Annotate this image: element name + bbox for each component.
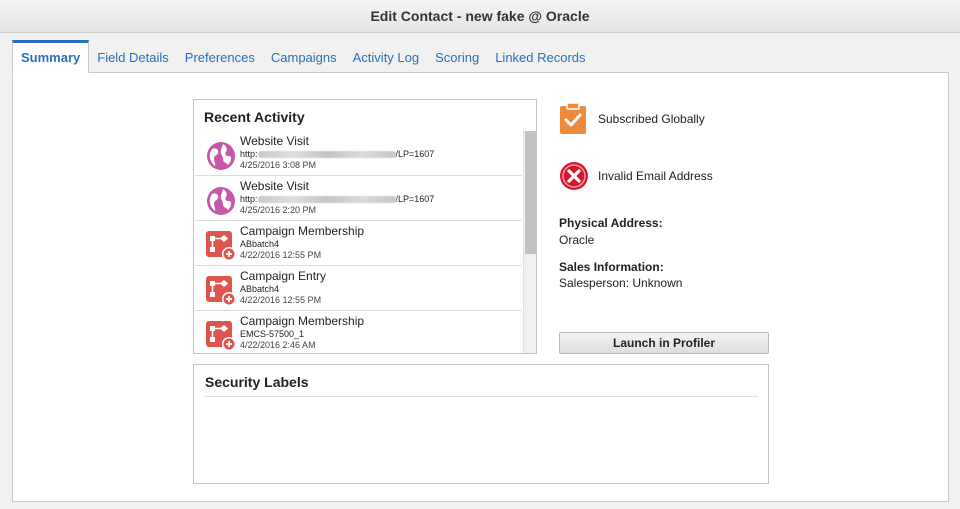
tab-activity-log[interactable]: Activity Log xyxy=(345,40,427,72)
activity-type: Campaign Entry xyxy=(240,269,327,283)
security-labels-title: Security Labels xyxy=(205,374,309,390)
globe-icon xyxy=(207,187,235,215)
window-title: Edit Contact - new fake @ Oracle xyxy=(0,0,960,33)
recent-activity-panel: Recent Activity Website Visit http:/LP=1… xyxy=(193,99,537,354)
activity-item[interactable]: Campaign Membership ABbatch4 4/22/2016 1… xyxy=(195,221,522,266)
activity-type: Campaign Membership xyxy=(240,224,365,238)
clipboard-check-icon xyxy=(560,103,586,134)
tab-campaigns[interactable]: Campaigns xyxy=(263,40,345,72)
tab-bar: Summary Field Details Preferences Campai… xyxy=(12,40,594,73)
activity-item[interactable]: Website Visit http:/LP=1607 4/25/2016 2:… xyxy=(195,176,522,221)
tab-linked-records[interactable]: Linked Records xyxy=(487,40,593,72)
activity-date: 4/22/2016 12:55 PM xyxy=(240,250,322,260)
activity-date: 4/22/2016 2:46 AM xyxy=(240,340,316,350)
sales-information-label: Sales Information: xyxy=(559,260,664,274)
activity-type: Website Visit xyxy=(240,134,309,148)
redacted-text xyxy=(257,196,396,204)
activity-date: 4/22/2016 12:55 PM xyxy=(240,295,322,305)
activity-type: Campaign Membership xyxy=(240,314,365,328)
activity-detail: EMCS-57500_1 xyxy=(240,329,305,339)
launch-in-profiler-button[interactable]: Launch in Profiler xyxy=(559,332,769,354)
activity-date: 4/25/2016 2:20 PM xyxy=(240,205,317,215)
physical-address-value: Oracle xyxy=(559,233,595,247)
email-status: Invalid Email Address xyxy=(559,161,713,191)
campaign-icon xyxy=(206,321,236,351)
activity-item[interactable]: Campaign Membership EMCS-57500_1 4/22/20… xyxy=(195,311,522,353)
tab-scoring[interactable]: Scoring xyxy=(427,40,487,72)
redacted-text xyxy=(257,151,396,159)
divider xyxy=(205,396,758,397)
activity-scrollbar[interactable] xyxy=(523,131,537,353)
activity-detail: http:/LP=1607 xyxy=(240,194,435,204)
tab-field-details[interactable]: Field Details xyxy=(89,40,177,72)
activity-detail: ABbatch4 xyxy=(240,284,280,294)
salesperson-value: Salesperson: Unknown xyxy=(559,276,683,290)
scrollbar-thumb[interactable] xyxy=(525,131,537,254)
tab-preferences[interactable]: Preferences xyxy=(177,40,263,72)
activity-detail: http:/LP=1607 xyxy=(240,149,435,159)
security-labels-panel: Security Labels xyxy=(193,364,769,484)
summary-panel: Recent Activity Website Visit http:/LP=1… xyxy=(12,72,949,502)
activity-item[interactable]: Campaign Entry ABbatch4 4/22/2016 12:55 … xyxy=(195,266,522,311)
tab-summary[interactable]: Summary xyxy=(12,40,90,73)
campaign-icon xyxy=(206,231,236,261)
subscription-status: Subscribed Globally xyxy=(559,103,705,135)
activity-type: Website Visit xyxy=(240,179,309,193)
campaign-icon xyxy=(206,276,236,306)
error-icon xyxy=(560,162,588,190)
recent-activity-title: Recent Activity xyxy=(204,109,305,125)
activity-date: 4/25/2016 3:08 PM xyxy=(240,160,317,170)
activity-list[interactable]: Website Visit http:/LP=1607 4/25/2016 3:… xyxy=(195,131,522,353)
activity-detail: ABbatch4 xyxy=(240,239,280,249)
subscription-label: Subscribed Globally xyxy=(598,112,705,126)
email-status-label: Invalid Email Address xyxy=(598,169,713,183)
activity-item[interactable]: Website Visit http:/LP=1607 4/25/2016 3:… xyxy=(195,131,522,176)
physical-address-label: Physical Address: xyxy=(559,216,663,230)
globe-icon xyxy=(207,142,235,170)
